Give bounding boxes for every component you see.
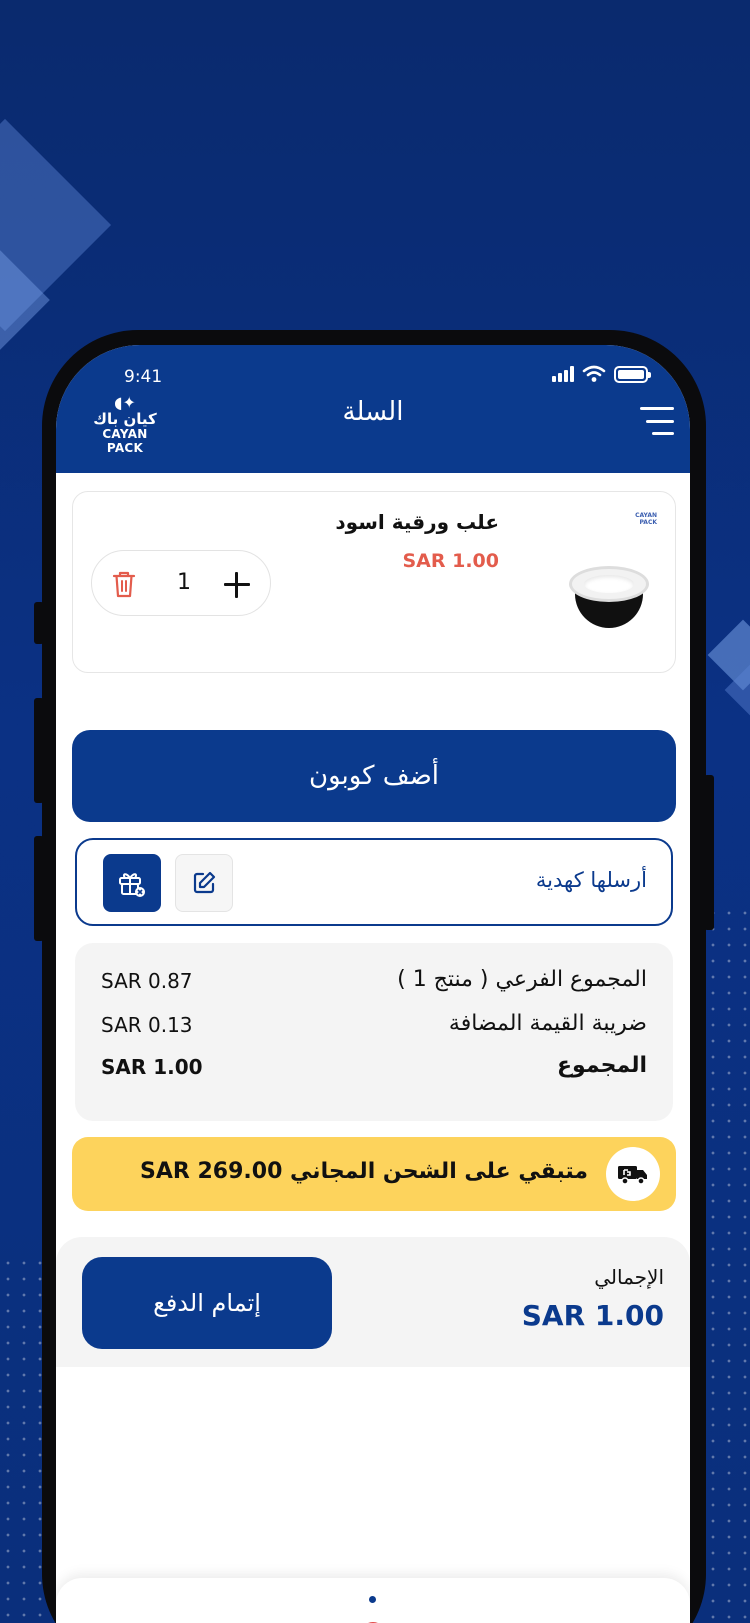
nav-active-indicator	[369, 1596, 376, 1603]
product-brand-logo: CAYAN PACK	[635, 512, 657, 526]
background-dot-pattern	[705, 905, 750, 1623]
app-screen: 9:41 ◖✦ كيان باك CAYAN PACK السلة CAYAN …	[56, 345, 690, 1623]
subtotal-label: المجموع الفرعي ( منتج 1 )	[397, 967, 647, 992]
logo-english-text: CAYAN PACK	[102, 427, 148, 455]
send-as-gift-row[interactable]: أرسلها كهدية	[75, 838, 673, 926]
signal-icon	[552, 366, 574, 382]
vat-label: ضريبة القيمة المضافة	[448, 1011, 647, 1036]
edit-icon	[193, 871, 216, 894]
app-header: 9:41 ◖✦ كيان باك CAYAN PACK السلة	[56, 345, 690, 473]
subtotal-value: SAR 0.87	[101, 969, 193, 993]
status-icons	[552, 365, 651, 383]
total-value: SAR 1.00	[101, 1055, 203, 1079]
status-time: 9:41	[124, 367, 163, 387]
menu-icon[interactable]	[640, 407, 674, 435]
checkout-button[interactable]: إتمام الدفع	[82, 1257, 332, 1349]
edit-button[interactable]	[175, 854, 233, 912]
truck-icon	[606, 1147, 660, 1201]
order-summary: المجموع الفرعي ( منتج 1 ) SAR 0.87 ضريبة…	[75, 943, 673, 1121]
bottom-navigation	[56, 1578, 690, 1623]
grand-total-value: SAR 1.00	[521, 1299, 664, 1332]
gift-button[interactable]	[103, 854, 161, 912]
grand-total-label: الإجمالي	[594, 1265, 664, 1289]
plus-icon[interactable]	[224, 572, 250, 598]
total-row: المجموع SAR 1.00	[101, 1053, 647, 1093]
cart-item: CAYAN PACK علب ورقية اسود SAR 1.00 1	[72, 491, 676, 673]
battery-icon	[614, 365, 651, 383]
total-label: المجموع	[557, 1053, 647, 1078]
page-title: السلة	[342, 397, 404, 427]
gift-label: أرسلها كهدية	[535, 868, 647, 892]
gift-icon	[119, 873, 145, 897]
product-name: علب ورقية اسود	[335, 510, 499, 534]
free-shipping-text: متبقي على الشحن المجاني SAR 269.00	[140, 1159, 588, 1184]
product-price: SAR 1.00	[402, 550, 499, 572]
quantity-stepper: 1	[91, 550, 271, 616]
subtotal-row: المجموع الفرعي ( منتج 1 ) SAR 0.87	[101, 967, 647, 1007]
vat-row: ضريبة القيمة المضافة SAR 0.13	[101, 1011, 647, 1051]
wifi-icon	[582, 365, 606, 382]
product-image[interactable]	[567, 556, 651, 640]
free-shipping-banner: متبقي على الشحن المجاني SAR 269.00	[72, 1137, 676, 1211]
logo-mark-icon: ◖✦	[114, 393, 136, 412]
brand-logo[interactable]: ◖✦ كيان باك CAYAN PACK	[84, 393, 166, 456]
checkout-bar: الإجمالي SAR 1.00 إتمام الدفع	[56, 1237, 690, 1367]
trash-icon[interactable]	[112, 570, 136, 598]
add-coupon-button[interactable]: أضف كوبون	[72, 730, 676, 822]
vat-value: SAR 0.13	[101, 1013, 193, 1037]
quantity-value: 1	[177, 570, 191, 595]
logo-arabic-text: كيان باك	[93, 410, 157, 428]
